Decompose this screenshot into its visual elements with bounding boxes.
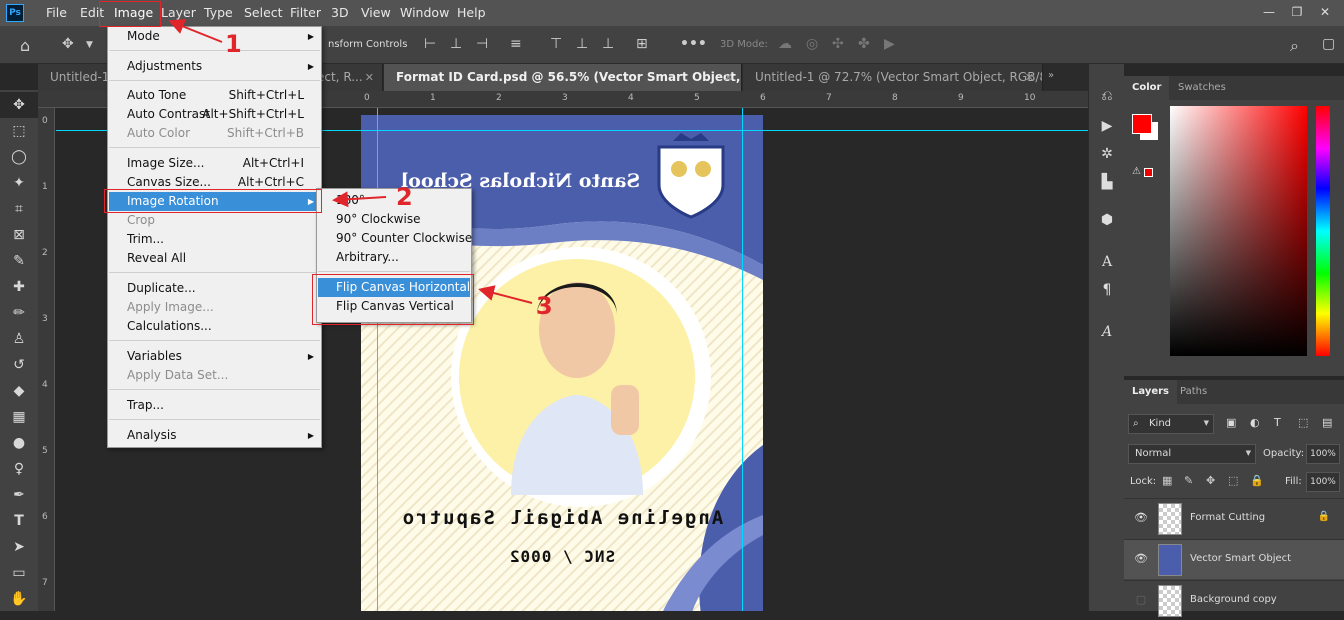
annotation-number: 3 xyxy=(536,292,553,320)
annotation-arrow xyxy=(332,191,387,208)
annotation-arrows xyxy=(168,19,533,304)
annotation-arrow xyxy=(168,19,223,43)
annotation-number: 2 xyxy=(396,183,413,211)
annotation-arrow xyxy=(478,285,533,304)
annotation-number: 1 xyxy=(225,30,242,58)
